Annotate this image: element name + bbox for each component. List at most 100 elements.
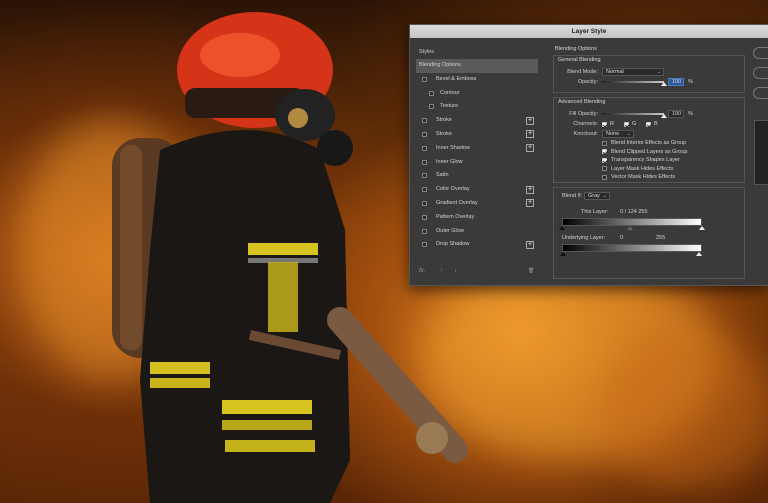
style-preview [754, 120, 768, 185]
option-label: Blend Clipped Layers as Group [611, 148, 688, 155]
general-blending-group: General Blending Blend Mode: Normal ⌄ Op… [553, 55, 745, 93]
option-checkbox[interactable] [602, 157, 607, 163]
style-checkbox[interactable] [422, 145, 427, 151]
blending-options-title: Blending Options [555, 46, 597, 52]
fill-opacity-input[interactable]: 100 [668, 110, 684, 118]
style-item[interactable]: Inner Shadow + [416, 142, 538, 156]
underlying-black-slider[interactable] [560, 252, 566, 256]
opacity-slider-thumb[interactable] [661, 82, 667, 86]
opacity-slider[interactable] [602, 81, 664, 83]
style-item-label: Drop Shadow [436, 241, 470, 248]
blend-if-select[interactable]: Gray ⌄ [584, 192, 610, 200]
channel-checkbox[interactable] [646, 121, 651, 127]
style-checkbox[interactable] [422, 131, 427, 137]
option-label: Vector Mask Hides Effects [611, 174, 676, 181]
blend-if-group: Blend If: Gray ⌄ This Layer: 0 / 124 255… [553, 187, 745, 279]
move-up-icon[interactable]: ↑ [440, 268, 443, 274]
style-checkbox[interactable] [422, 118, 427, 124]
style-checkbox[interactable] [422, 200, 427, 206]
style-item[interactable]: Inner Glow [416, 156, 538, 170]
option-checkbox[interactable] [602, 174, 607, 180]
opacity-input[interactable]: 100 [668, 78, 684, 86]
style-item[interactable]: Texture [416, 100, 538, 114]
style-item[interactable]: Pattern Overlay [416, 211, 538, 225]
style-item[interactable]: Drop Shadow + [416, 238, 538, 252]
style-checkbox[interactable] [422, 76, 427, 82]
advanced-blending-group: Advanced Blending Fill Opacity: 100 % Ch… [553, 97, 745, 183]
option-label: Transparency Shapes Layer [611, 157, 680, 164]
style-item[interactable]: Bevel & Emboss [416, 73, 538, 87]
style-checkbox[interactable] [422, 159, 427, 165]
style-checkbox[interactable] [422, 173, 427, 179]
knockout-label: Knockout: [573, 131, 598, 137]
add-style-icon[interactable]: + [526, 144, 534, 153]
style-item[interactable]: Stroke + [416, 114, 538, 128]
add-style-icon[interactable]: + [526, 240, 534, 249]
dialog-title: Layer Style [410, 25, 768, 38]
style-item[interactable]: Color Overlay + [416, 183, 538, 197]
move-down-icon[interactable]: ↓ [454, 268, 457, 274]
underlying-white-slider[interactable] [696, 252, 702, 256]
blend-mode-select[interactable]: Normal ⌄ [602, 68, 664, 76]
this-layer-split-slider[interactable] [627, 226, 634, 230]
style-item-label: Outer Glow [436, 227, 464, 234]
this-layer-black-slider[interactable] [559, 226, 565, 230]
layer-style-dialog: Layer Style Styles Blending Options Bevel… [409, 24, 768, 286]
style-checkbox[interactable] [422, 187, 427, 193]
styles-list: Blending Options Bevel & Emboss Contour Tex… [416, 59, 538, 252]
ok-button[interactable] [753, 47, 768, 59]
style-item[interactable]: Blending Options [416, 59, 538, 73]
fill-opacity-slider[interactable] [602, 113, 664, 115]
this-layer-white-slider[interactable] [699, 226, 705, 230]
underlying-layer-gradient[interactable] [562, 244, 702, 252]
add-style-icon[interactable]: + [526, 185, 534, 194]
styles-header[interactable]: Styles [416, 45, 538, 59]
style-item[interactable]: Satin [416, 169, 538, 183]
add-style-icon[interactable]: + [526, 130, 534, 139]
general-blending-title: General Blending [558, 57, 601, 63]
cancel-button[interactable] [753, 67, 768, 79]
channel-checkbox[interactable] [602, 121, 607, 127]
style-checkbox[interactable] [422, 214, 427, 220]
new-style-button[interactable] [753, 87, 768, 99]
option-checkbox[interactable] [602, 166, 607, 172]
fill-opacity-slider-thumb[interactable] [661, 114, 667, 118]
option-label: Blend Interior Effects as Group [611, 140, 687, 146]
opacity-unit: % [688, 79, 693, 85]
option-checkbox[interactable] [602, 140, 607, 146]
style-item[interactable]: Contour [416, 87, 538, 101]
style-checkbox[interactable] [422, 242, 427, 248]
fill-opacity-label: Fill Opacity: [569, 111, 598, 117]
blend-mode-value: Normal [606, 69, 624, 75]
channels-label: Channels: [573, 121, 598, 127]
blend-mode-label: Blend Mode: [567, 69, 598, 75]
styles-panel: Styles Blending Options Bevel & Emboss Con… [416, 45, 538, 280]
this-layer-gradient[interactable] [562, 218, 702, 226]
advanced-blending-title: Advanced Blending [558, 99, 606, 105]
style-checkbox[interactable] [422, 228, 427, 234]
style-item-label: Bevel & Emboss [436, 75, 477, 82]
channel-checkbox[interactable] [624, 121, 629, 127]
this-layer-values: 0 / 124 255 [620, 209, 648, 215]
add-style-icon[interactable]: + [526, 199, 534, 208]
style-item[interactable]: Gradient Overlay + [416, 197, 538, 211]
option-checkbox[interactable] [602, 149, 607, 155]
style-checkbox[interactable] [429, 104, 434, 110]
style-item-label: Color Overlay [436, 186, 470, 193]
style-item-label: Stroke [436, 130, 452, 137]
underlying-layer-label: Underlying Layer: [562, 235, 606, 241]
style-item[interactable]: Outer Glow [416, 225, 538, 239]
blend-if-label: Blend If: [562, 193, 583, 199]
blending-options-panel: Blending Options General Blending Blend … [550, 45, 748, 280]
fx-menu-button[interactable]: fx. [419, 268, 425, 274]
style-item-label: Satin [436, 172, 449, 179]
style-checkbox[interactable] [429, 90, 434, 96]
add-style-icon[interactable]: + [526, 116, 534, 125]
style-item-label: Inner Glow [436, 158, 463, 165]
knockout-select[interactable]: None ⌄ [602, 130, 634, 138]
channel-label: G [632, 121, 637, 127]
style-item-label: Gradient Overlay [436, 199, 478, 206]
underlying-high-value: 255 [656, 235, 666, 241]
trash-icon[interactable]: 🗑 [528, 268, 534, 274]
style-item[interactable]: Stroke + [416, 128, 538, 142]
